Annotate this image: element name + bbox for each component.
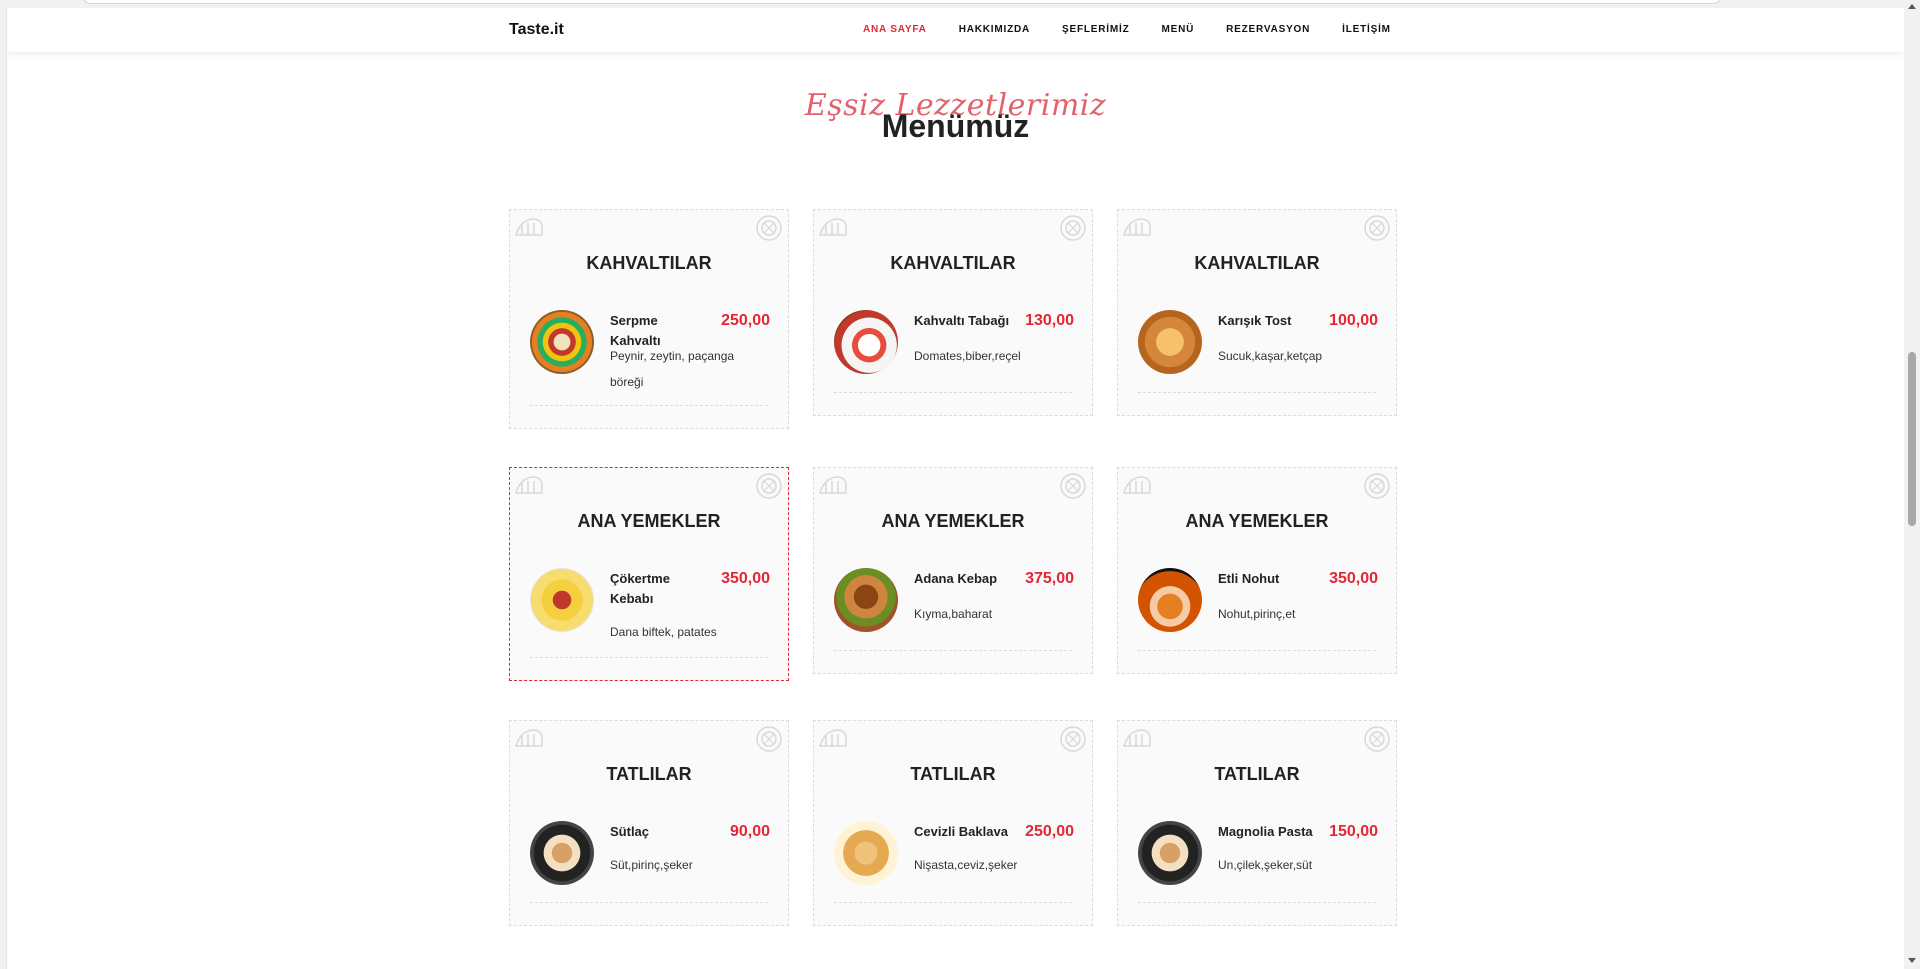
dish-price: 130,00	[1025, 312, 1074, 329]
dish-name: Cevizli Baklava	[914, 824, 1008, 839]
bread-icon	[512, 471, 546, 501]
bread-icon	[816, 471, 850, 501]
menu-card[interactable]: ANA YEMEKLER Adana Kebap 375,00 Kıyma,bahar…	[813, 467, 1093, 674]
card-category: KAHVALTILAR	[890, 253, 1016, 273]
nav-link-ana-sayfa[interactable]: ANA SAYFA	[863, 24, 927, 35]
dish-description: Domates,biber,reçel	[914, 349, 1021, 363]
breakfast-plate-icon	[834, 310, 898, 374]
dish-description: Peynir, zeytin, paçanga böreği	[610, 349, 735, 389]
navbar: Taste.it ANA SAYFA HAKKIMIZDA ŞEFLERİMİZ…	[7, 8, 1904, 52]
bread-icon	[1120, 213, 1154, 243]
card-category: TATLILAR	[910, 764, 996, 784]
card-category: TATLILAR	[1214, 764, 1300, 784]
breakfast-spread-icon	[530, 310, 594, 374]
dish-price: 350,00	[721, 570, 770, 587]
dish-price: 100,00	[1329, 312, 1378, 329]
scroll-thumb[interactable]	[1908, 352, 1916, 526]
card-divider	[1138, 650, 1376, 651]
baklava-icon	[834, 821, 898, 885]
card-category: TATLILAR	[606, 764, 692, 784]
nav-link-rezervasyon[interactable]: REZERVASYON	[1226, 24, 1310, 35]
card-category: ANA YEMEKLER	[881, 511, 1025, 531]
dish-description: Nişasta,ceviz,şeker	[914, 858, 1018, 872]
bread-icon	[512, 724, 546, 754]
card-divider	[834, 650, 1072, 651]
page-scrollbar[interactable]	[1904, 0, 1920, 969]
card-divider	[530, 902, 768, 903]
menu-card[interactable]: KAHVALTILAR Kahvaltı Tabağı 130,00 Domates,…	[813, 209, 1093, 416]
nav-links: ANA SAYFA HAKKIMIZDA ŞEFLERİMİZ MENÜ REZ…	[863, 24, 1423, 35]
page: Taste.it ANA SAYFA HAKKIMIZDA ŞEFLERİMİZ…	[6, 8, 1904, 969]
adana-kebab-icon	[834, 568, 898, 632]
bread-icon	[816, 724, 850, 754]
dish-description: Süt,pirinç,şeker	[610, 858, 693, 872]
card-divider	[1138, 392, 1376, 393]
dish-description: Nohut,pirinç,et	[1218, 607, 1296, 621]
pizza-icon	[1360, 724, 1394, 754]
brand-logo[interactable]: Taste.it	[509, 21, 564, 39]
card-category: KAHVALTILAR	[1194, 253, 1320, 273]
address-bar-edge	[82, 0, 1722, 4]
section-title: Menümüz	[881, 108, 1030, 144]
dish-name: Kahvaltı Tabağı	[914, 313, 1010, 328]
pizza-icon	[1360, 471, 1394, 501]
scroll-down-icon[interactable]	[1908, 958, 1916, 963]
dish-price: 250,00	[1025, 823, 1074, 840]
card-category: ANA YEMEKLER	[1185, 511, 1329, 531]
dish-name: Çökertme Kebabı	[610, 571, 670, 606]
pizza-icon	[1056, 213, 1090, 243]
dish-price: 250,00	[721, 312, 770, 329]
pizza-icon	[752, 724, 786, 754]
pizza-icon	[1056, 471, 1090, 501]
dish-name: Etli Nohut	[1218, 571, 1280, 586]
card-divider	[530, 405, 768, 406]
nav-link-seflerimiz[interactable]: ŞEFLERİMİZ	[1062, 24, 1129, 35]
dish-name: Sütlaç	[610, 824, 650, 839]
nav-link-hakkimizda[interactable]: HAKKIMIZDA	[959, 24, 1030, 35]
dish-name: Adana Kebap	[914, 571, 998, 586]
menu-card[interactable]: TATLILAR Cevizli Baklava 250,00 Nişasta,cev…	[813, 720, 1093, 926]
bread-icon	[512, 213, 546, 243]
card-category: ANA YEMEKLER	[577, 511, 721, 531]
scroll-up-icon[interactable]	[1908, 4, 1916, 9]
card-category: KAHVALTILAR	[586, 253, 712, 273]
card-divider	[834, 902, 1072, 903]
bread-icon	[816, 213, 850, 243]
menu-grid: KAHVALTILAR Serpme Kahvaltı 250,00 Peynir, …	[509, 209, 1397, 969]
kebab-icon	[530, 568, 594, 632]
dish-description: Dana biftek, patates	[610, 625, 717, 639]
pizza-icon	[1056, 724, 1090, 754]
pizza-icon	[752, 213, 786, 243]
menu-card[interactable]: TATLILAR Sütlaç 90,00 Süt,pirinç,şeker	[509, 720, 789, 926]
menu-card[interactable]: ANA YEMEKLER Etli Nohut 350,00 Nohut,pirinç…	[1117, 467, 1397, 674]
dish-name: Magnolia Pasta	[1218, 824, 1313, 839]
dish-description: Sucuk,kaşar,ketçap	[1218, 349, 1323, 363]
pizza-icon	[752, 471, 786, 501]
menu-card[interactable]: ANA YEMEKLER Çökertme Kebabı 350,00 Dana bi…	[509, 467, 789, 681]
card-divider	[1138, 902, 1376, 903]
rice-pudding-icon	[530, 821, 594, 885]
dish-price: 375,00	[1025, 570, 1074, 587]
chickpea-stew-icon	[1138, 568, 1202, 632]
menu-card[interactable]: KAHVALTILAR Karışık Tost 100,00 Sucuk,kaşar…	[1117, 209, 1397, 416]
section-heading: Eşsiz Lezzetlerimiz Menümüz	[7, 88, 1904, 148]
dish-name: Karışık Tost	[1218, 313, 1292, 328]
bread-icon	[1120, 471, 1154, 501]
nav-link-iletisim[interactable]: İLETİŞİM	[1342, 24, 1391, 35]
card-divider	[530, 657, 768, 658]
nav-link-menu[interactable]: MENÜ	[1161, 24, 1194, 35]
dish-price: 90,00	[729, 823, 770, 840]
bread-icon	[1120, 724, 1154, 754]
menu-card[interactable]: KAHVALTILAR Serpme Kahvaltı 250,00 Peynir, …	[509, 209, 789, 429]
toast-icon	[1138, 310, 1202, 374]
pizza-icon	[1360, 213, 1394, 243]
magnolia-dessert-icon	[1138, 821, 1202, 885]
dish-price: 350,00	[1329, 570, 1378, 587]
card-divider	[834, 392, 1072, 393]
dish-price: 150,00	[1329, 823, 1378, 840]
menu-card[interactable]: TATLILAR Magnolia Pasta 150,00 Un,çilek,şek…	[1117, 720, 1397, 926]
dish-description: Kıyma,baharat	[914, 607, 993, 621]
dish-description: Un,çilek,şeker,süt	[1218, 858, 1313, 872]
